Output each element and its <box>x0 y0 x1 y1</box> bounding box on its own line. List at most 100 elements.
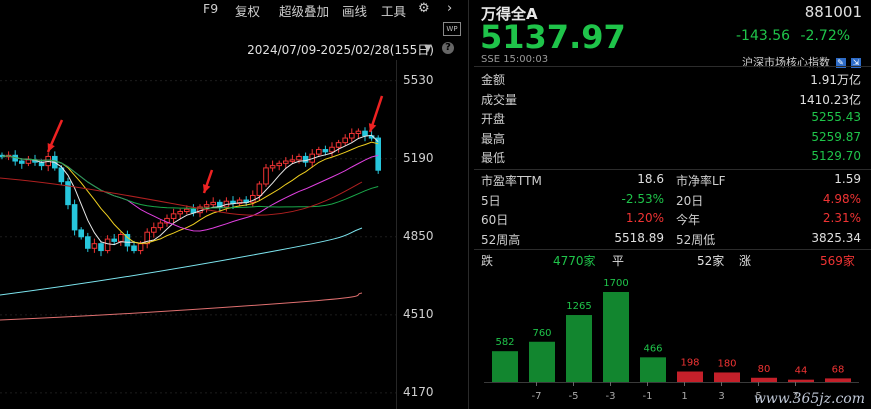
candle-body[interactable] <box>157 222 164 229</box>
stat-value: 1.59 <box>834 172 861 186</box>
candle-body[interactable] <box>184 208 190 213</box>
candle-body[interactable] <box>322 149 329 153</box>
caret-down-icon[interactable]: ▼ <box>424 43 432 54</box>
change-distribution-chart[interactable]: 58276012651700466198 180 80 44 68-7 -5 -3 -1 1 3 5… <box>474 272 871 409</box>
candle-body[interactable] <box>65 181 71 206</box>
flat-label: 平 <box>612 254 625 268</box>
stat-value: 5255.43 <box>811 110 861 124</box>
distribution-bar[interactable] <box>640 357 666 382</box>
distribution-bar[interactable] <box>603 292 629 382</box>
y-tick-label: 4170 <box>403 384 434 399</box>
distribution-value-label: 466 <box>643 343 662 354</box>
ma60-line <box>0 177 363 216</box>
chevron-right-icon[interactable]: › <box>447 1 452 16</box>
candle-body[interactable] <box>302 155 309 163</box>
tools-button[interactable]: 工具 <box>381 1 406 20</box>
gear-icon[interactable]: ⚙ <box>418 1 430 16</box>
decliners: 跌 <box>481 252 493 269</box>
watermark: www.365jz.com <box>753 391 865 407</box>
distribution-value-label: 180 <box>717 358 736 369</box>
stat-label: 5日 <box>481 193 501 208</box>
candle-body[interactable] <box>289 159 296 162</box>
distribution-bar[interactable] <box>566 315 592 382</box>
ma250-line <box>0 292 363 321</box>
distribution-value-label: 44 <box>795 366 808 377</box>
f9-button[interactable]: F9 <box>203 1 218 16</box>
distribution-bar[interactable] <box>529 341 555 382</box>
distribution-value-label: 68 <box>832 364 845 375</box>
stat-label: 20日 <box>676 193 704 208</box>
candle-body[interactable] <box>335 142 342 148</box>
distribution-x-tick-label: -1 <box>643 391 653 402</box>
candle-body[interactable] <box>276 162 282 167</box>
candle-body[interactable] <box>78 229 85 238</box>
candle-body[interactable] <box>316 149 322 155</box>
distribution-bar[interactable] <box>492 351 518 382</box>
change-percent: -2.72% <box>800 28 851 44</box>
decliners-count: 4770家 <box>553 254 596 268</box>
candle-body[interactable] <box>283 160 289 164</box>
distribution-bar[interactable] <box>788 379 814 382</box>
candle-body[interactable] <box>177 211 183 215</box>
distribution-value-label: 1265 <box>566 301 591 312</box>
candle-body[interactable] <box>71 204 78 231</box>
candle-body[interactable] <box>375 137 381 171</box>
distribution-bar[interactable] <box>751 377 777 382</box>
distribution-bar[interactable] <box>677 371 703 382</box>
candle-body[interactable] <box>131 245 137 252</box>
candle-body[interactable] <box>329 146 335 153</box>
advancers-count: 569家 <box>820 254 855 268</box>
wp-badge[interactable]: WP <box>443 22 461 36</box>
candle-body[interactable] <box>91 243 98 249</box>
candle-body[interactable] <box>203 204 210 208</box>
candle-body[interactable] <box>19 160 25 164</box>
candle-body[interactable] <box>210 201 216 206</box>
candle-body[interactable] <box>296 155 302 161</box>
ma120-line <box>0 227 363 296</box>
candle-body[interactable] <box>362 130 368 137</box>
candle-body[interactable] <box>151 227 157 233</box>
candle-body[interactable] <box>104 238 111 252</box>
stat-value: 3825.34 <box>811 230 861 245</box>
candle-body[interactable] <box>256 183 263 196</box>
overlay-button[interactable]: 超级叠加 <box>279 1 329 20</box>
distribution-bar[interactable] <box>825 378 851 382</box>
stat-label: 金额 <box>481 73 506 87</box>
divider <box>474 66 871 67</box>
stat-label: 最高 <box>481 131 506 146</box>
ma5-line <box>1 134 379 246</box>
kline-chart[interactable] <box>0 60 396 409</box>
candle-body[interactable] <box>111 238 118 242</box>
stat-value: 1410.23亿 <box>799 92 861 107</box>
draw-line-button[interactable]: 画线 <box>342 1 367 20</box>
adjust-button[interactable]: 复权 <box>235 1 260 20</box>
date-range-label[interactable]: 2024/07/09-2025/02/28(155日) <box>247 41 434 58</box>
date-range-bar[interactable]: 2024/07/09-2025/02/28(155日) ▼ ? <box>0 41 468 58</box>
distribution-x-tick-label: -3 <box>606 391 616 402</box>
candle-body[interactable] <box>118 234 124 242</box>
candle-body[interactable] <box>170 213 177 219</box>
distribution-value-label: 1700 <box>603 278 628 289</box>
candle-body[interactable] <box>25 159 32 164</box>
candle-body[interactable] <box>137 243 144 252</box>
candle-body[interactable] <box>263 167 269 185</box>
index-category[interactable]: 沪深市场核心指数 ✎ ⇲ <box>742 54 861 70</box>
flat-count: 52家 <box>697 254 725 268</box>
annotation-arrowhead <box>202 184 211 193</box>
distribution-value-label: 760 <box>532 328 551 339</box>
candle-body[interactable] <box>58 167 65 183</box>
help-icon[interactable]: ? <box>442 42 454 54</box>
stat-value: 1.91万亿 <box>810 73 861 87</box>
distribution-value-label: 80 <box>758 364 771 375</box>
candle-body[interactable] <box>98 243 104 252</box>
candle-body[interactable] <box>349 132 355 139</box>
stat-value: 2.31% <box>822 211 861 225</box>
candle-body[interactable] <box>85 236 91 249</box>
stat-value: 4.98% <box>822 191 861 206</box>
distribution-bar[interactable] <box>714 372 740 382</box>
candle-body[interactable] <box>342 137 348 144</box>
candle-body[interactable] <box>269 165 276 169</box>
change-value: -143.56 <box>736 28 791 44</box>
stat-value: 5518.89 <box>614 230 664 245</box>
candle-body[interactable] <box>355 130 362 134</box>
